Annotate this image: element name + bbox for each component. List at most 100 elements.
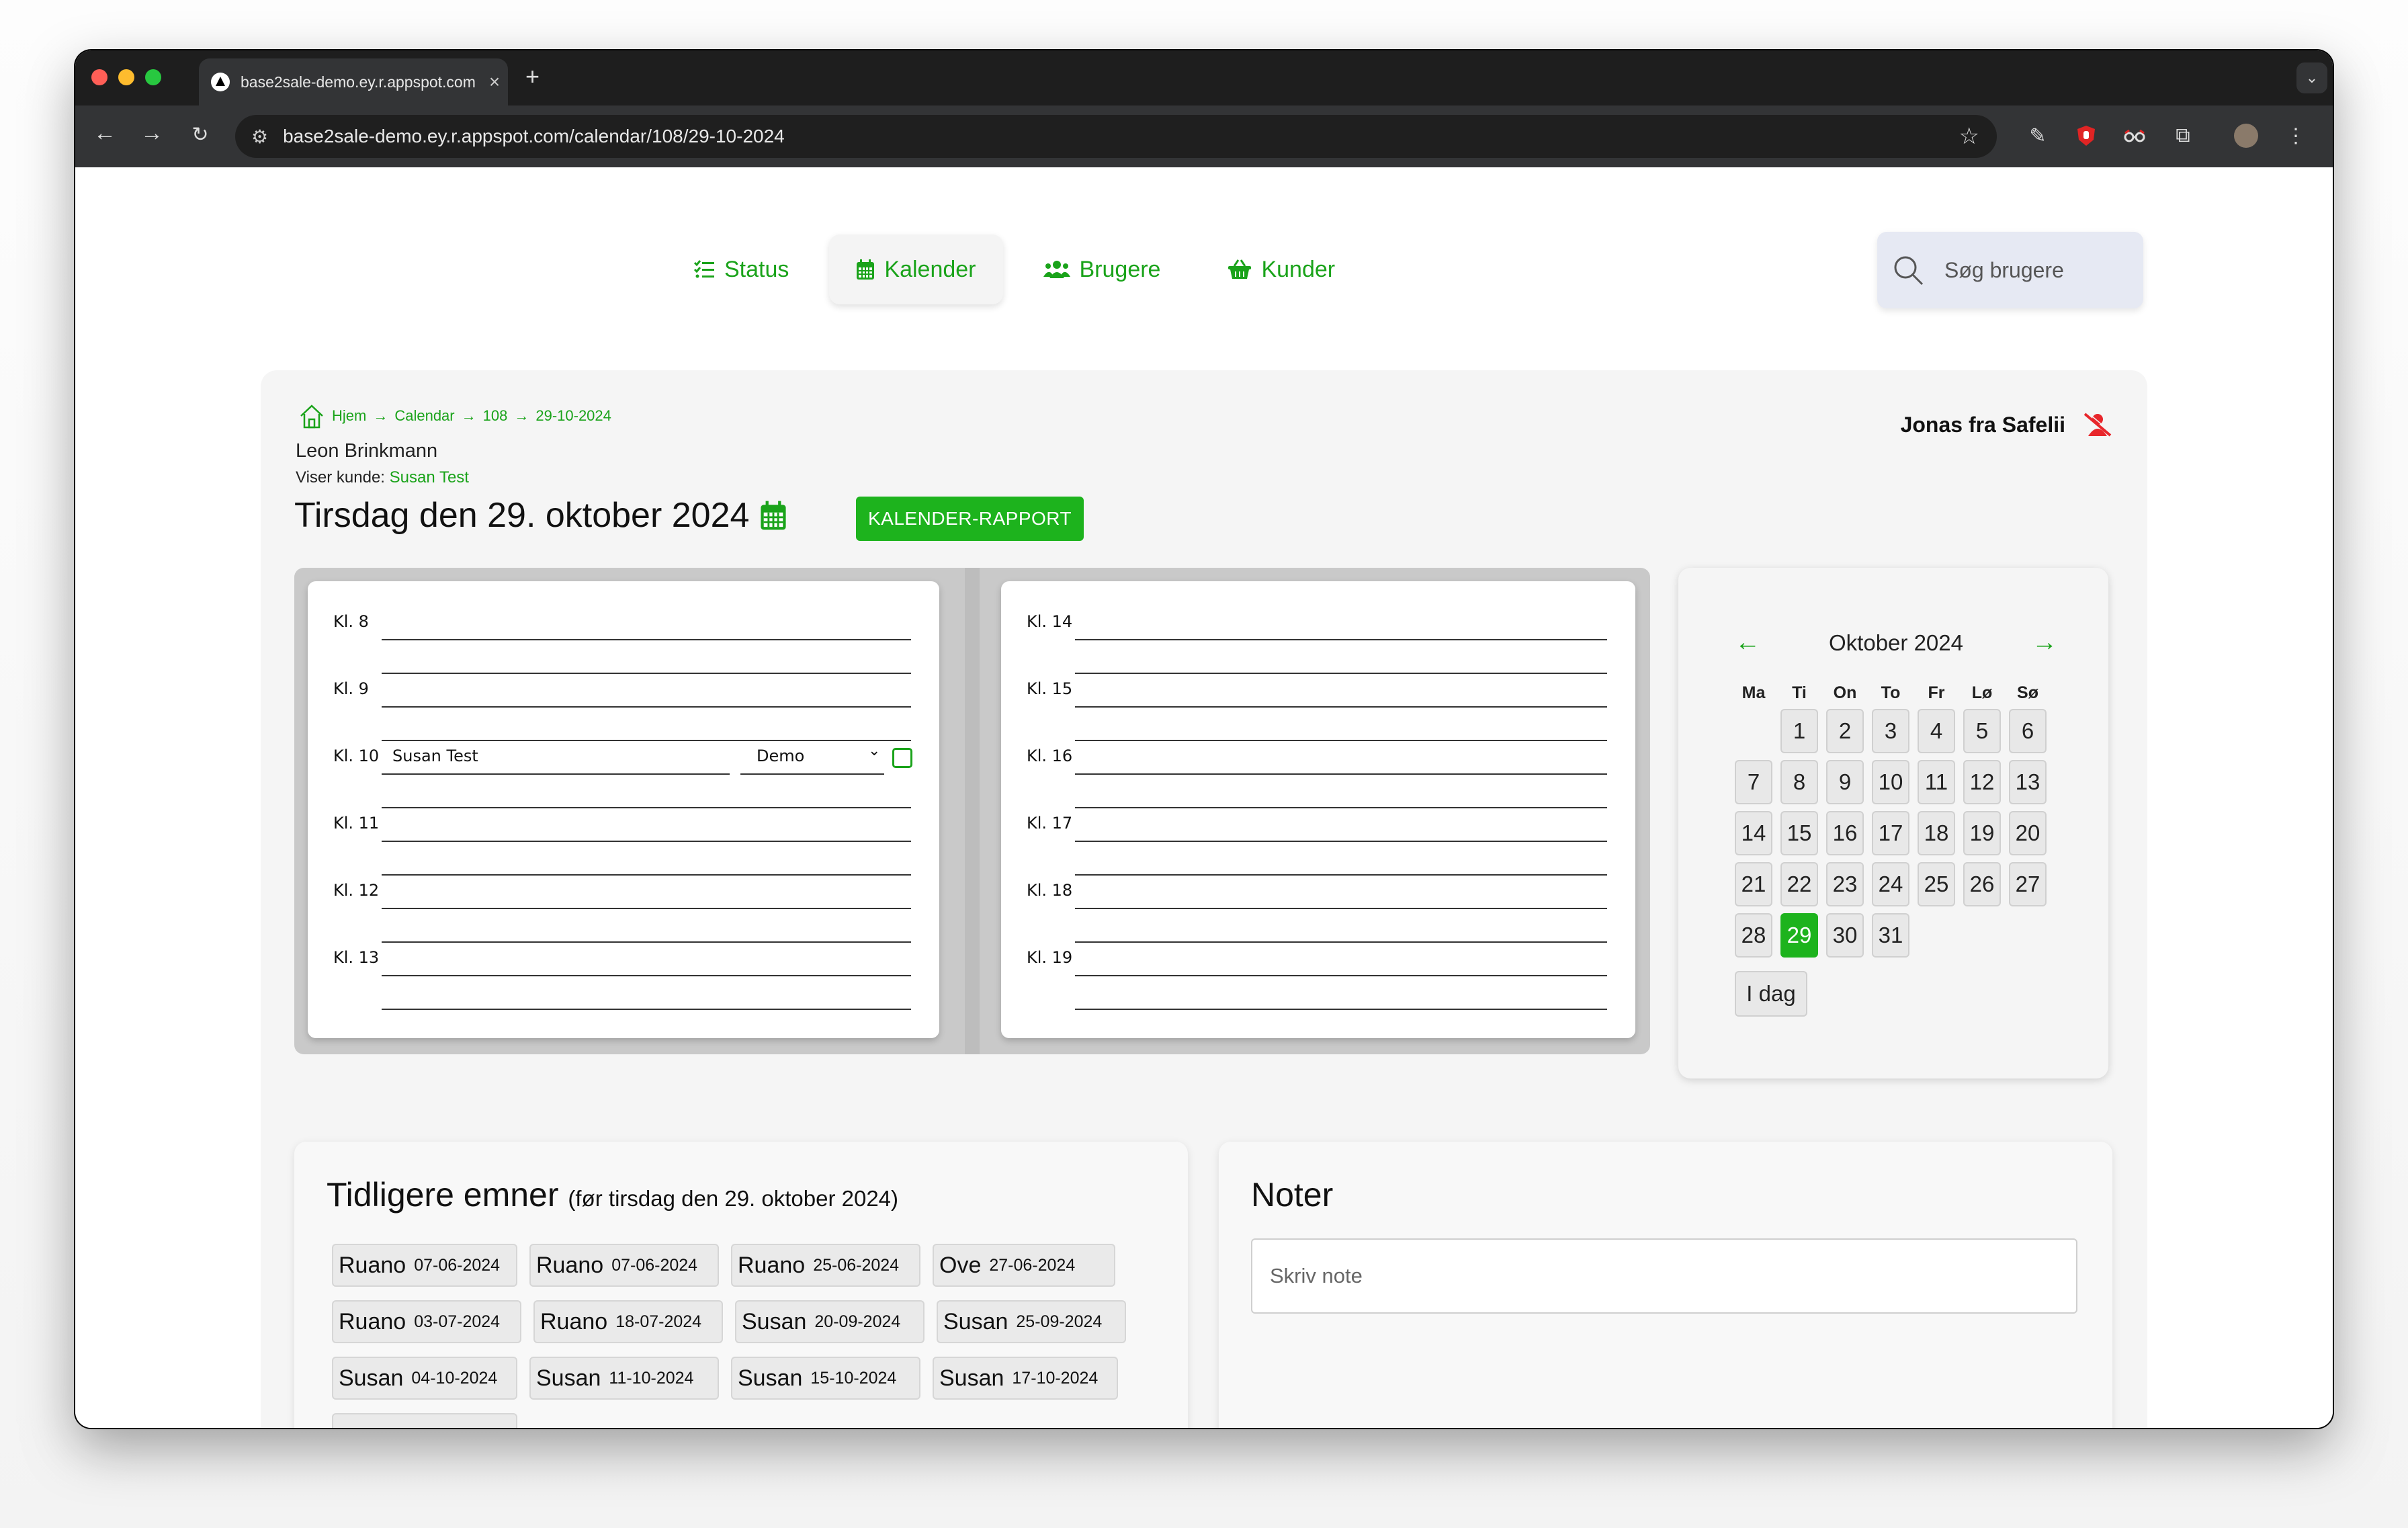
calendar-day[interactable]: 25 <box>1918 862 1955 906</box>
breadcrumb-id[interactable]: 108 <box>483 407 508 425</box>
topic-chip[interactable]: Susan 17-10-2024 <box>933 1357 1118 1400</box>
topic-chip[interactable] <box>332 1413 517 1428</box>
hour-line[interactable] <box>382 639 911 640</box>
topic-chip[interactable]: Ruano 18-07-2024 <box>533 1300 723 1343</box>
minimize-window-button[interactable] <box>118 69 134 85</box>
nav-brugere[interactable]: Brugere <box>1017 235 1188 304</box>
hour-line[interactable] <box>1075 639 1607 640</box>
topic-chip[interactable]: Ruano 25-06-2024 <box>731 1244 920 1287</box>
calendar-day[interactable]: 11 <box>1918 760 1955 804</box>
calendar-day[interactable]: 27 <box>2009 862 2047 906</box>
topic-chip[interactable]: Ruano 07-06-2024 <box>332 1244 517 1287</box>
tab-close-icon[interactable]: × <box>481 71 508 93</box>
appointment-input-line[interactable] <box>382 773 730 775</box>
user-slash-icon[interactable] <box>2083 412 2112 437</box>
hour-line[interactable] <box>1075 941 1607 943</box>
hour-line[interactable] <box>1075 740 1607 741</box>
browser-tab[interactable]: base2sale-demo.ey.r.appspot.com × <box>199 58 508 105</box>
hour-line[interactable] <box>1075 841 1607 842</box>
calendar-day[interactable]: 12 <box>1963 760 2001 804</box>
address-bar[interactable]: ⚙ base2sale-demo.ey.r.appspot.com/calend… <box>235 115 1997 158</box>
new-tab-button[interactable]: + <box>525 62 540 91</box>
hour-line[interactable] <box>1075 975 1607 976</box>
appointment-customer[interactable]: Susan Test <box>392 747 478 765</box>
calendar-day[interactable]: 31 <box>1872 913 1909 958</box>
hour-line[interactable] <box>382 941 911 943</box>
calendar-day[interactable]: 8 <box>1780 760 1818 804</box>
hour-line[interactable] <box>1075 807 1607 808</box>
reload-icon[interactable]: ↻ <box>184 123 216 146</box>
viewing-customer-link[interactable]: Susan Test <box>390 468 469 486</box>
topic-chip[interactable]: Ruano 03-07-2024 <box>332 1300 521 1343</box>
calendar-day[interactable]: 10 <box>1872 760 1909 804</box>
home-icon[interactable] <box>298 402 325 429</box>
forward-icon[interactable]: → <box>136 120 168 146</box>
calendar-day[interactable]: 3 <box>1872 709 1909 753</box>
calendar-day[interactable]: 23 <box>1826 862 1864 906</box>
prev-month-arrow-icon[interactable]: ← <box>1735 628 1760 657</box>
tab-search-icon[interactable]: ⌄ <box>2296 62 2327 93</box>
topic-chip[interactable]: Susan 11-10-2024 <box>529 1357 719 1400</box>
calendar-day[interactable]: 26 <box>1963 862 2001 906</box>
back-icon[interactable]: ← <box>89 120 121 146</box>
nav-kalender[interactable]: Kalender <box>829 235 1003 304</box>
nav-status[interactable]: Status <box>666 235 816 304</box>
today-button[interactable]: I dag <box>1735 971 1807 1017</box>
calendar-day-selected[interactable]: 29 <box>1780 913 1818 958</box>
eyedropper-extension-icon[interactable]: ✎ <box>2024 122 2052 150</box>
calendar-day[interactable]: 21 <box>1735 862 1772 906</box>
next-month-arrow-icon[interactable]: → <box>2032 628 2057 657</box>
calendar-day[interactable]: 30 <box>1826 913 1864 958</box>
appointment-checkbox[interactable] <box>892 748 912 768</box>
calendar-day[interactable]: 18 <box>1918 811 1955 855</box>
hour-line[interactable] <box>382 874 911 876</box>
calendar-day[interactable]: 7 <box>1735 760 1772 804</box>
calendar-icon[interactable] <box>760 500 787 531</box>
chevron-down-icon[interactable]: ⌄ <box>868 742 880 759</box>
hour-line[interactable] <box>1075 673 1607 674</box>
zoom-window-button[interactable] <box>145 69 161 85</box>
bookmark-star-icon[interactable]: ☆ <box>1959 123 1979 150</box>
breadcrumb-calendar[interactable]: Calendar <box>394 407 454 425</box>
calendar-day[interactable]: 13 <box>2009 760 2047 804</box>
appointment-type-select[interactable]: Demo <box>757 747 804 765</box>
hour-line[interactable] <box>382 908 911 909</box>
calendar-day[interactable]: 6 <box>2009 709 2047 753</box>
hour-line[interactable] <box>382 673 911 674</box>
topic-chip[interactable]: Susan 25-09-2024 <box>937 1300 1126 1343</box>
calendar-day[interactable]: 15 <box>1780 811 1818 855</box>
glasses-extension-icon[interactable] <box>2120 122 2149 150</box>
close-window-button[interactable] <box>91 69 108 85</box>
hour-line[interactable] <box>382 975 911 976</box>
calendar-day[interactable]: 19 <box>1963 811 2001 855</box>
hour-line[interactable] <box>1075 773 1607 775</box>
calendar-day[interactable]: 16 <box>1826 811 1864 855</box>
hour-line[interactable] <box>1075 706 1607 708</box>
calendar-day[interactable]: 20 <box>2009 811 2047 855</box>
calendar-day[interactable]: 2 <box>1826 709 1864 753</box>
hour-line[interactable] <box>382 706 911 708</box>
calendar-day[interactable]: 14 <box>1735 811 1772 855</box>
note-input[interactable]: Skriv note <box>1251 1238 2077 1314</box>
calendar-day[interactable]: 22 <box>1780 862 1818 906</box>
hour-line[interactable] <box>1075 908 1607 909</box>
topic-chip[interactable]: Susan 15-10-2024 <box>731 1357 920 1400</box>
calendar-day[interactable]: 24 <box>1872 862 1909 906</box>
calendar-day[interactable]: 17 <box>1872 811 1909 855</box>
extensions-puzzle-icon[interactable]: ⧉ <box>2169 122 2197 150</box>
breadcrumb-date[interactable]: 29-10-2024 <box>535 407 611 425</box>
calendar-day[interactable]: 4 <box>1918 709 1955 753</box>
calendar-day[interactable]: 1 <box>1780 709 1818 753</box>
hour-line[interactable] <box>1075 874 1607 876</box>
nav-kunder[interactable]: Kunder <box>1201 235 1362 304</box>
profile-avatar[interactable] <box>2232 122 2260 150</box>
calendar-day[interactable]: 28 <box>1735 913 1772 958</box>
breadcrumb-hjem[interactable]: Hjem <box>332 407 366 425</box>
topic-chip[interactable]: Susan 04-10-2024 <box>332 1357 517 1400</box>
hour-line[interactable] <box>382 841 911 842</box>
browser-menu-icon[interactable]: ⋮ <box>2282 122 2310 150</box>
user-search-input[interactable]: Søg brugere <box>1877 232 2143 308</box>
hour-line[interactable] <box>382 807 911 808</box>
adblock-extension-icon[interactable] <box>2072 122 2100 150</box>
calendar-day[interactable]: 5 <box>1963 709 2001 753</box>
